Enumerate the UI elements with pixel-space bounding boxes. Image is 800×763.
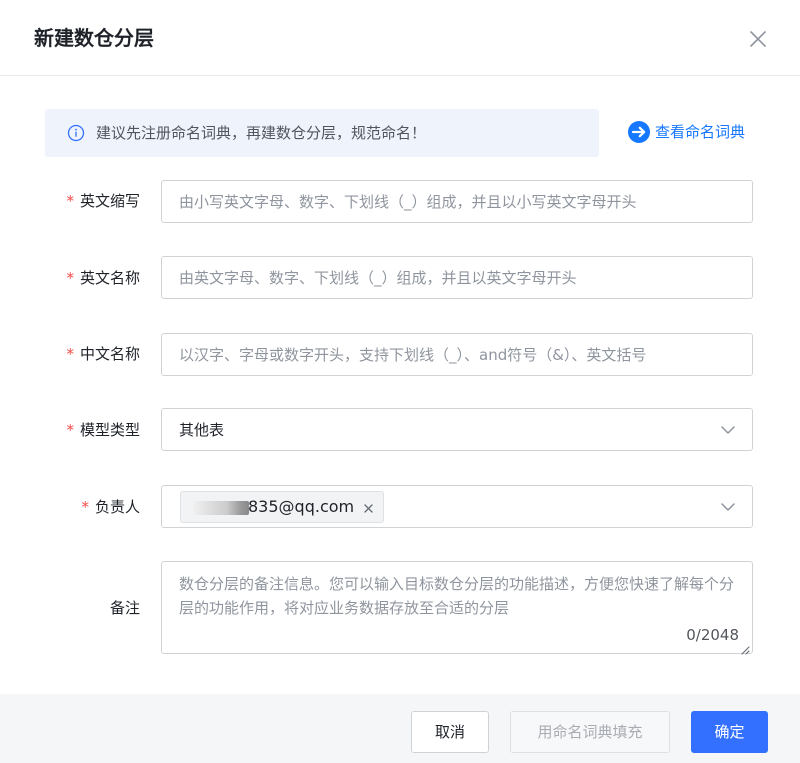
owner-tag-text: 835@qq.com <box>248 497 355 516</box>
redacted-username <box>193 501 249 515</box>
create-layer-dialog: 新建数仓分层 建议先注册命名词典，再建数仓分层，规范命名！ 查看命名词典 * 英… <box>0 0 800 763</box>
abbr-placeholder: 由小写英文字母、数字、下划线（_）组成，并且以小写英文字母开头 <box>179 193 637 211</box>
cn-name-placeholder: 以汉字、字母或数字开头，支持下划线（_）、and符号（&）、英文括号 <box>179 346 647 364</box>
cn-name-label: * 中文名称 <box>66 343 140 365</box>
en-name-input[interactable]: 由英文字母、数字、下划线（_）组成，并且以英文字母开头 <box>161 256 753 299</box>
info-notice-text: 建议先注册命名词典，再建数仓分层，规范命名！ <box>96 124 427 142</box>
confirm-button[interactable]: 确定 <box>691 711 768 753</box>
info-icon <box>67 124 85 142</box>
owner-select[interactable]: 835@qq.com <box>161 485 753 528</box>
abbr-label-text: 英文缩写 <box>79 192 140 210</box>
cn-name-input[interactable]: 以汉字、字母或数字开头，支持下划线（_）、and符号（&）、英文括号 <box>161 333 753 376</box>
en-name-label-text: 英文名称 <box>79 269 140 287</box>
abbr-input[interactable]: 由小写英文字母、数字、下划线（_）组成，并且以小写英文字母开头 <box>161 180 753 223</box>
view-dictionary-link[interactable]: 查看命名词典 <box>628 120 745 144</box>
chevron-down-icon <box>720 422 736 438</box>
char-counter: 0/2048 <box>686 626 739 644</box>
model-type-label-text: 模型类型 <box>79 421 140 439</box>
en-name-placeholder: 由英文字母、数字、下划线（_）组成，并且以英文字母开头 <box>179 269 577 287</box>
owner-tag: 835@qq.com <box>180 491 384 523</box>
owner-label-text: 负责人 <box>94 498 140 516</box>
remark-label: 备注 <box>109 599 140 617</box>
required-mark: * <box>66 192 74 210</box>
owner-label: * 负责人 <box>81 496 140 518</box>
tag-close-icon[interactable] <box>362 501 375 514</box>
chevron-down-icon <box>720 499 736 515</box>
dialog-title: 新建数仓分层 <box>34 26 154 50</box>
cn-name-label-text: 中文名称 <box>79 345 140 363</box>
info-notice: 建议先注册命名词典，再建数仓分层，规范命名！ <box>45 109 599 157</box>
view-dictionary-label: 查看命名词典 <box>655 123 746 141</box>
required-mark: * <box>66 269 74 287</box>
required-mark: * <box>81 498 89 516</box>
close-icon[interactable] <box>746 27 770 51</box>
remark-placeholder: 数仓分层的备注信息。您可以输入目标数仓分层的功能描述，方便您快速了解每个分层的功… <box>179 575 735 617</box>
cancel-button[interactable]: 取消 <box>411 711 489 753</box>
resize-handle-icon[interactable] <box>740 641 750 655</box>
model-type-value: 其他表 <box>179 421 225 439</box>
remark-textarea[interactable]: 数仓分层的备注信息。您可以输入目标数仓分层的功能描述，方便您快速了解每个分层的功… <box>161 561 753 655</box>
en-name-label: * 英文名称 <box>66 267 140 289</box>
model-type-label: * 模型类型 <box>66 419 140 441</box>
arrow-right-circle-icon <box>628 121 650 143</box>
required-mark: * <box>66 345 74 363</box>
model-type-select[interactable]: 其他表 <box>161 408 753 451</box>
abbr-label: * 英文缩写 <box>66 190 140 212</box>
fill-from-dictionary-button[interactable]: 用命名词典填充 <box>510 711 670 753</box>
required-mark: * <box>66 421 74 439</box>
dialog-header: 新建数仓分层 <box>0 0 800 76</box>
dialog-footer: 取消 用命名词典填充 确定 <box>0 694 800 763</box>
